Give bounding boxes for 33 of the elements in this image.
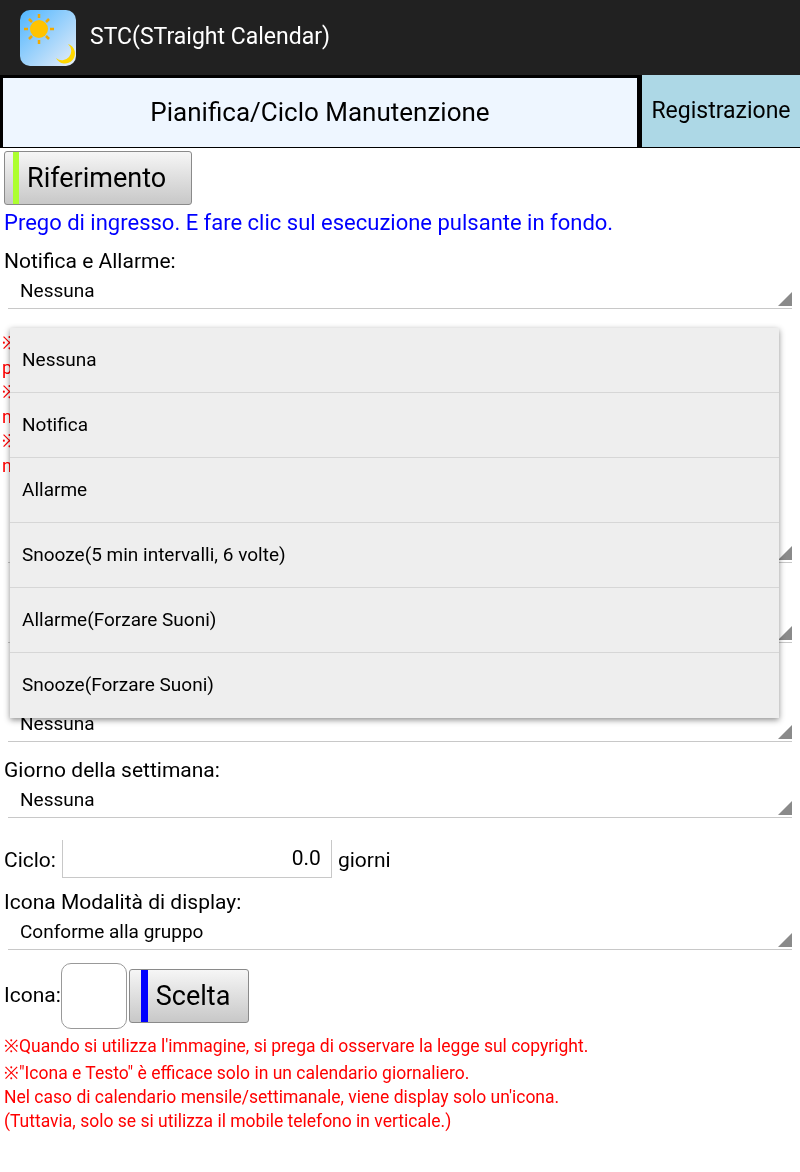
instruction-text: Prego di ingresso. E fare clic sul esecuzione pulsante in fondo. (3, 209, 615, 237)
dropdown-arrow-icon (778, 801, 792, 815)
field-label: Icona: (4, 982, 61, 1010)
icon-preview (60, 963, 127, 1029)
dropdown-option[interactable]: Notifica (10, 393, 779, 458)
note-text: Nel caso di calendario mensile/settimanale, viene display solo un'icona. (4, 1086, 560, 1109)
choose-button[interactable]: Scelta (128, 969, 249, 1023)
dropdown-field[interactable]: Nessuna (8, 275, 792, 309)
unit-label: giorni (337, 847, 391, 874)
dropdown-option[interactable]: Nessuna (10, 328, 779, 393)
field-label: Giorno della settimana: (3, 757, 221, 784)
dropdown-option[interactable]: Allarme (10, 458, 779, 523)
dropdown-arrow-icon (778, 725, 792, 739)
tab[interactable]: Pianifica/Ciclo Manutenzione (0, 75, 640, 147)
app-logo-icon (20, 9, 76, 66)
dropdown-arrow-icon (778, 546, 792, 560)
reference-button[interactable]: Riferimento (4, 151, 192, 205)
tab[interactable]: Registrazione (640, 75, 800, 147)
dropdown-arrow-icon (778, 292, 792, 306)
dropdown-option[interactable]: Allarme(Forzare Suoni) (10, 588, 779, 653)
dropdown-field[interactable]: Conforme alla gruppo (8, 916, 792, 950)
dropdown-arrow-icon (778, 933, 792, 947)
note-text: (Tuttavia, solo se si utilizza il mobile telefono in verticale.) (4, 1110, 452, 1133)
note-text: ※Quando si utilizza l'immagine, si prega di osservare la legge sul copyright. (4, 1035, 589, 1058)
field-label: Notifica e Allarme: (3, 248, 177, 275)
dropdown-option[interactable]: Snooze(5 min intervalli, 6 volte) (10, 523, 779, 588)
app-title: STC(STraight Calendar) (90, 22, 330, 53)
dropdown-field[interactable]: Nessuna (8, 784, 792, 818)
cycle-input[interactable]: 0.0 (61, 840, 332, 878)
field-label: Ciclo: (4, 847, 56, 874)
field-label: Icona Modalità di display: (3, 889, 243, 916)
dropdown-arrow-icon (778, 626, 792, 640)
note-text: ※"Icona e Testo" è efficace solo in un calendario giornaliero. (4, 1062, 470, 1085)
